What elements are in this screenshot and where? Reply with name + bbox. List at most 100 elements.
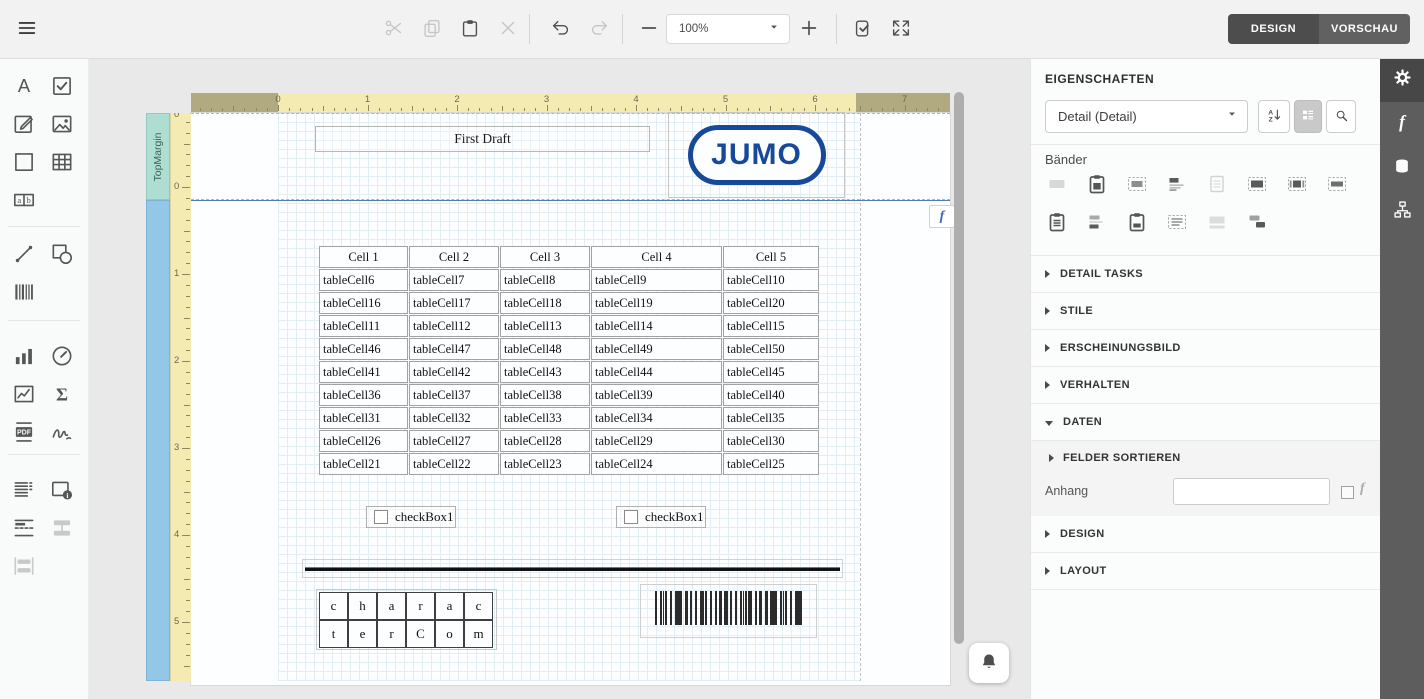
table-cell[interactable]: tableCell47: [409, 338, 499, 360]
horizontal-line-element[interactable]: [302, 559, 843, 578]
fullscreen-button[interactable]: [888, 16, 914, 42]
table-header-cell[interactable]: Cell 2: [409, 246, 499, 268]
section-daten[interactable]: DATEN: [1031, 404, 1380, 441]
comb-cell[interactable]: a: [377, 592, 406, 620]
report-table-element[interactable]: Cell 1Cell 2Cell 3Cell 4Cell 5tableCell6…: [318, 245, 820, 476]
table-cell[interactable]: tableCell15: [723, 315, 819, 337]
table-cell[interactable]: tableCell7: [409, 269, 499, 291]
comb-cell[interactable]: a: [435, 592, 464, 620]
band-icon-dashed-bar-b[interactable]: [1285, 172, 1309, 196]
gauge-tool[interactable]: [46, 340, 78, 372]
zoom-select[interactable]: 100%: [666, 14, 790, 44]
richtext-tool[interactable]: [8, 108, 40, 140]
list-tool[interactable]: [8, 474, 40, 506]
info-panel-tool[interactable]: i: [46, 474, 78, 506]
section-erscheinungsbild[interactable]: ERSCHEINUNGSBILD: [1031, 330, 1380, 367]
table-cell[interactable]: tableCell14: [591, 315, 722, 337]
table-cell[interactable]: tableCell13: [500, 315, 590, 337]
band-icon-clipboard-lines[interactable]: [1045, 210, 1069, 234]
table-cell[interactable]: tableCell45: [723, 361, 819, 383]
section-detail-tasks[interactable]: DETAIL TASKS: [1031, 256, 1380, 293]
table-cell[interactable]: tableCell43: [500, 361, 590, 383]
properties-rail-tab[interactable]: [1380, 58, 1424, 102]
expressions-rail-tab[interactable]: f: [1380, 102, 1424, 146]
table-cell[interactable]: tableCell12: [409, 315, 499, 337]
comb-cell[interactable]: e: [348, 620, 377, 648]
preview-tab[interactable]: VORSCHAU: [1319, 14, 1410, 44]
cut-button[interactable]: [381, 16, 407, 42]
formula-icon[interactable]: f: [1360, 481, 1365, 497]
scrollbar-thumb[interactable]: [954, 92, 964, 644]
table-cell[interactable]: tableCell33: [500, 407, 590, 429]
band-formula-badge[interactable]: f: [929, 205, 955, 228]
comb-cell[interactable]: r: [406, 592, 435, 620]
notifications-button[interactable]: [969, 643, 1009, 683]
detail-band-strip[interactable]: [146, 200, 170, 681]
group-view-button[interactable]: [1294, 100, 1322, 133]
subreport-tool[interactable]: ab: [8, 184, 40, 216]
zoom-in-button[interactable]: [796, 16, 822, 42]
table-cell[interactable]: tableCell19: [591, 292, 722, 314]
comb-cell[interactable]: m: [464, 620, 493, 648]
table-cell[interactable]: tableCell49: [591, 338, 722, 360]
band-icon-dashed-mid[interactable]: [1125, 172, 1149, 196]
barcode-tool[interactable]: [8, 276, 40, 308]
redo-button[interactable]: [586, 16, 612, 42]
band-icon-dashed-lines[interactable]: [1165, 210, 1189, 234]
line-tool[interactable]: [8, 238, 40, 270]
property-checkbox[interactable]: [1341, 486, 1354, 499]
table-cell[interactable]: tableCell42: [409, 361, 499, 383]
text-tool[interactable]: A: [8, 70, 40, 102]
comb-cell[interactable]: t: [319, 620, 348, 648]
table-cell[interactable]: tableCell6: [319, 269, 408, 291]
table-cell[interactable]: tableCell20: [723, 292, 819, 314]
menu-button[interactable]: [14, 16, 40, 42]
table-cell[interactable]: tableCell22: [409, 453, 499, 475]
comb-cell[interactable]: c: [319, 592, 348, 620]
canvas-scrollbar[interactable]: [954, 92, 964, 684]
element-selector-dropdown[interactable]: Detail (Detail): [1045, 100, 1248, 133]
comb-cell[interactable]: r: [377, 620, 406, 648]
sparkline-tool[interactable]: [8, 378, 40, 410]
design-canvas[interactable]: TopMargin 01234567 0123450 f First Draft…: [88, 58, 1030, 699]
table-cell[interactable]: tableCell38: [500, 384, 590, 406]
paste-button[interactable]: [457, 16, 483, 42]
table-cell[interactable]: tableCell40: [723, 384, 819, 406]
table-cell[interactable]: tableCell24: [591, 453, 722, 475]
table-cell[interactable]: tableCell29: [591, 430, 722, 452]
table-cell[interactable]: tableCell30: [723, 430, 819, 452]
table-cell[interactable]: tableCell11: [319, 315, 408, 337]
checkbox-element-2[interactable]: checkBox1: [616, 506, 706, 528]
table-header-cell[interactable]: Cell 3: [500, 246, 590, 268]
table-cell[interactable]: tableCell26: [319, 430, 408, 452]
section-verhalten[interactable]: VERHALTEN: [1031, 367, 1380, 404]
section-design[interactable]: DESIGN: [1031, 516, 1380, 553]
band-icon-bars-light[interactable]: [1205, 210, 1229, 234]
shape-tool[interactable]: [46, 238, 78, 270]
table-cell[interactable]: tableCell16: [319, 292, 408, 314]
table-cell[interactable]: tableCell39: [591, 384, 722, 406]
logo-image-element[interactable]: JUMO: [668, 112, 845, 198]
table-cell[interactable]: tableCell46: [319, 338, 408, 360]
report-explorer-rail-tab[interactable]: [1380, 190, 1424, 234]
table-cell[interactable]: tableCell48: [500, 338, 590, 360]
design-tab[interactable]: DESIGN: [1228, 14, 1319, 44]
page-break-tool[interactable]: [8, 512, 40, 544]
table-cell[interactable]: tableCell36: [319, 384, 408, 406]
band-icon-doc-light[interactable]: [1205, 172, 1229, 196]
delete-button[interactable]: [495, 16, 521, 42]
validate-report-button[interactable]: [850, 16, 876, 42]
topmargin-band-strip[interactable]: TopMargin: [146, 113, 170, 200]
table-cell[interactable]: tableCell27: [409, 430, 499, 452]
band-spacer-tool[interactable]: [8, 550, 40, 582]
character-comb-element[interactable]: characterCom: [316, 589, 497, 650]
barcode-element[interactable]: [640, 584, 817, 638]
table-cell[interactable]: tableCell28: [500, 430, 590, 452]
comb-cell[interactable]: c: [464, 592, 493, 620]
table-cell[interactable]: tableCell9: [591, 269, 722, 291]
comb-cell[interactable]: o: [435, 620, 464, 648]
anhang-input[interactable]: [1173, 478, 1330, 505]
table-cell[interactable]: tableCell34: [591, 407, 722, 429]
comb-cell[interactable]: h: [348, 592, 377, 620]
image-tool[interactable]: [46, 108, 78, 140]
